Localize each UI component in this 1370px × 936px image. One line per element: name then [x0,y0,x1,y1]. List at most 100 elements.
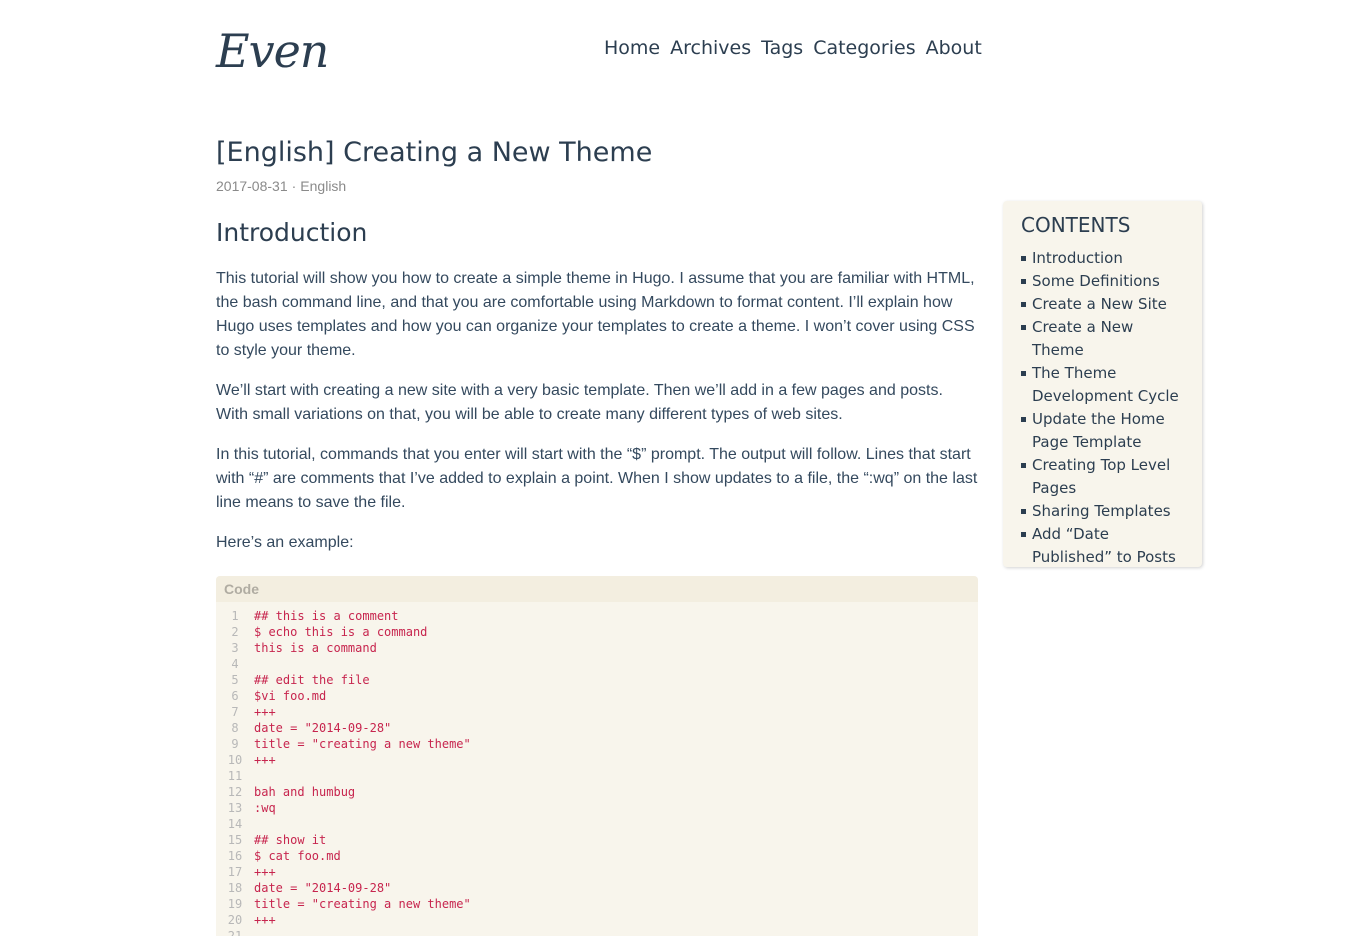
toc-list: Introduction Some Definitions Create a New… [1021,247,1184,569]
code-text: +++ [254,753,276,767]
line-number: 15 [227,833,243,847]
toc-item-label: Sharing Templates [1032,502,1171,520]
code-line: 17 +++ [216,864,978,880]
toc-item-label: Some Definitions [1032,272,1160,290]
code-line: 9 title = "creating a new theme" [216,736,978,752]
line-number: 4 [231,657,239,671]
line-number: 14 [227,817,243,831]
code-text: bah and humbug [254,785,356,799]
code-block: Code 1 ## this is a comment 2 $ echo this i… [216,576,978,936]
line-number: 16 [227,849,243,863]
code-line: 8 date = "2014-09-28" [216,720,978,736]
code-text: +++ [254,705,276,719]
site-logo[interactable]: Even [216,24,329,78]
toc-item[interactable]: Sharing Templates [1021,500,1184,523]
line-number: 19 [227,897,243,911]
toc-item[interactable]: Some Definitions [1021,270,1184,293]
toc-item[interactable]: The Theme Development Cycle [1021,362,1184,408]
code-line: 6 $vi foo.md [216,688,978,704]
code-text: date = "2014-09-28" [254,721,392,735]
line-number: 8 [231,721,239,735]
code-line: 12 bah and humbug [216,784,978,800]
code-line: 4 [216,656,978,672]
code-line: 11 [216,768,978,784]
line-number: 2 [231,625,239,639]
post-date: 2017-08-31 [216,178,288,194]
paragraph: Here’s an example: [216,534,354,551]
square-bullet-icon [1021,256,1026,261]
line-number: 5 [231,673,239,687]
nav-tags[interactable]: Tags [761,37,803,59]
line-number: 11 [227,769,243,783]
code-line: 20 +++ [216,912,978,928]
line-number: 17 [227,865,243,879]
code-line: 21 [216,928,978,936]
code-line: 15 ## show it [216,832,978,848]
square-bullet-icon [1021,532,1026,537]
square-bullet-icon [1021,302,1026,307]
line-number: 1 [231,609,239,623]
line-number: 3 [231,641,239,655]
line-number: 12 [227,785,243,799]
toc-item-label: The Theme Development Cycle [1032,364,1179,405]
toc-item[interactable]: Introduction [1021,247,1184,270]
code-line: 14 [216,816,978,832]
line-number: 13 [227,801,243,815]
line-number: 6 [231,689,239,703]
nav-about[interactable]: About [926,37,982,59]
code-text: +++ [254,865,276,879]
line-number: 20 [227,913,243,927]
line-number: 18 [227,881,243,895]
code-text: date = "2014-09-28" [254,881,392,895]
code-line: 2 $ echo this is a command [216,624,978,640]
code-text: $vi foo.md [254,689,327,703]
code-body: 1 ## this is a comment 2 $ echo this is a c… [216,602,978,936]
toc-item-label: Creating Top Level Pages [1032,456,1171,497]
toc-item[interactable]: Create a New Site [1021,293,1184,316]
line-number: 7 [231,705,239,719]
paragraph: We’ll start with creating a new site wit… [216,382,943,423]
toc-item[interactable]: Update the Home Page Template [1021,408,1184,454]
post-meta: 2017-08-31 · English [216,178,346,194]
code-line: 3 this is a command [216,640,978,656]
toc-item-label: Add “Date Published” to Posts [1032,525,1176,566]
section-heading-introduction: Introduction [216,218,368,247]
code-line: 5 ## edit the file [216,672,978,688]
code-label: Code [216,576,978,602]
paragraph: This tutorial will show you how to creat… [216,270,975,359]
code-line: 18 date = "2014-09-28" [216,880,978,896]
code-text: title = "creating a new theme" [254,737,471,751]
post-content: Introduction This tutorial will show you… [216,218,978,571]
post-title: [English] Creating a New Theme [216,137,653,168]
code-text: $ echo this is a command [254,625,428,639]
paragraph: In this tutorial, commands that you ente… [216,446,978,511]
code-text: $ cat foo.md [254,849,341,863]
toc-title: CONTENTS [1021,213,1131,237]
square-bullet-icon [1021,463,1026,468]
toc-item[interactable]: Add “Date Published” to Posts [1021,523,1184,569]
nav-archives[interactable]: Archives [670,37,751,59]
line-number: 9 [231,737,239,751]
main-nav: Home Archives Tags Categories About [604,37,982,59]
toc-item[interactable]: Creating Top Level Pages [1021,454,1184,500]
toc-item-label: Create a New Theme [1032,318,1134,359]
code-text: ## this is a comment [254,609,399,623]
toc-item-label: Update the Home Page Template [1032,410,1165,451]
code-text: ## show it [254,833,327,847]
nav-home[interactable]: Home [604,37,660,59]
code-text: ## edit the file [254,673,370,687]
table-of-contents: CONTENTS Introduction Some Definitions Cre… [1003,201,1202,567]
meta-separator: · [291,178,297,194]
code-line: 13 :wq [216,800,978,816]
nav-categories[interactable]: Categories [813,37,915,59]
code-text: :wq [254,801,276,815]
square-bullet-icon [1021,325,1026,330]
code-line: 16 $ cat foo.md [216,848,978,864]
code-line: 19 title = "creating a new theme" [216,896,978,912]
code-line: 1 ## this is a comment [216,608,978,624]
code-text: this is a command [254,641,377,655]
toc-item[interactable]: Create a New Theme [1021,316,1184,362]
post-category[interactable]: English [300,178,346,194]
square-bullet-icon [1021,417,1026,422]
code-line: 7 +++ [216,704,978,720]
